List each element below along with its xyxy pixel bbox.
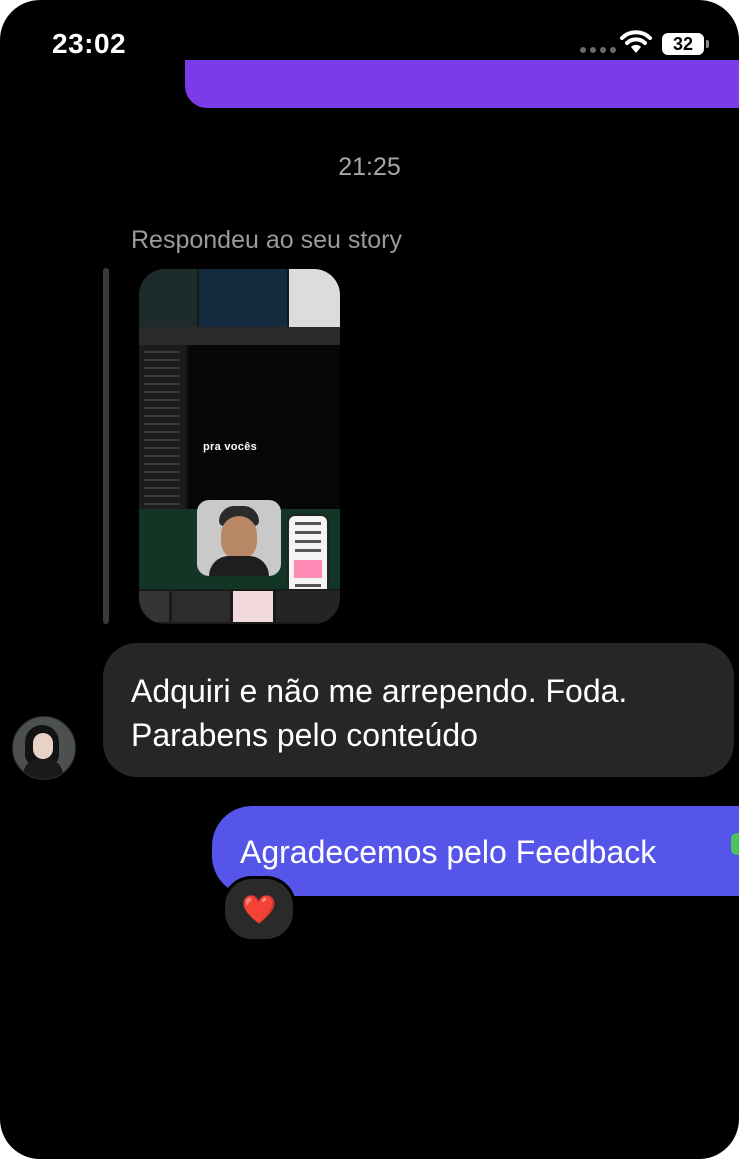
story-overlay-text: pra vocês bbox=[203, 441, 258, 453]
story-editor-canvas bbox=[189, 345, 340, 515]
story-thumbnail-strip bbox=[139, 589, 340, 624]
story-top-panel bbox=[139, 269, 340, 327]
story-editor-toolbar bbox=[139, 327, 340, 345]
battery-cap bbox=[706, 40, 709, 48]
incoming-message-line-2: Parabens pelo conteúdo bbox=[131, 717, 478, 753]
previous-message-bubble[interactable] bbox=[185, 60, 739, 108]
reply-indicator-bar bbox=[103, 268, 109, 624]
heart-reaction-badge[interactable]: ❤️ bbox=[222, 876, 296, 942]
sender-avatar[interactable] bbox=[12, 716, 76, 780]
incoming-message-line-1: Adquiri e não me arrependo. Foda. bbox=[131, 673, 628, 709]
story-editor-sidebar bbox=[139, 345, 186, 515]
story-reply-label: Respondeu ao seu story bbox=[131, 226, 403, 254]
story-preview-thumbnail[interactable]: pra vocês bbox=[139, 269, 340, 624]
emoji-edge-icon bbox=[731, 833, 739, 855]
cellular-signal-icon bbox=[580, 47, 616, 53]
chat-screen: 23:02 32 21:25 Respondeu ao seu story pr… bbox=[0, 0, 739, 1159]
status-time: 23:02 bbox=[52, 28, 127, 59]
story-presenter-image bbox=[197, 500, 281, 576]
wifi-icon bbox=[620, 30, 652, 59]
outgoing-message-bubble[interactable]: Agradecemos pelo Feedback bbox=[212, 806, 739, 896]
message-timestamp: 21:25 bbox=[338, 153, 401, 181]
battery-icon: 32 bbox=[662, 33, 704, 55]
incoming-message-bubble[interactable]: Adquiri e não me arrependo. Foda. Parabe… bbox=[103, 643, 734, 777]
outgoing-message-text: Agradecemos pelo Feedback bbox=[240, 834, 657, 870]
